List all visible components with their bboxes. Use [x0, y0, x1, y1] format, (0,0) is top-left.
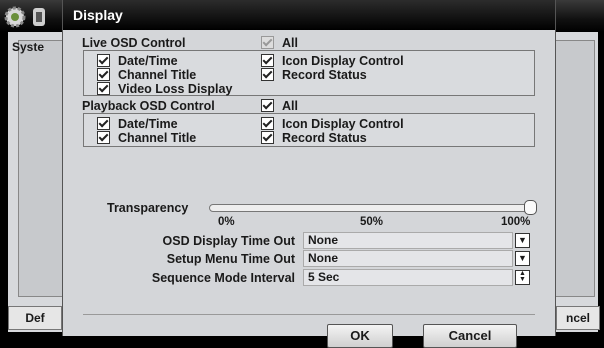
chevron-down-icon[interactable]: ▼	[515, 233, 530, 248]
playback-osd-label: Playback OSD Control	[82, 99, 215, 113]
transparency-tick-0: 0%	[218, 216, 235, 228]
checkbox-icon	[97, 68, 110, 81]
checkbox-icon	[97, 54, 110, 67]
live-osd-record-status-checkbox[interactable]: Record Status	[261, 68, 367, 82]
checkbox-icon	[261, 54, 274, 67]
checkbox-icon	[261, 68, 274, 81]
playback-osd-datetime-checkbox[interactable]: Date/Time	[97, 117, 178, 131]
live-osd-channel-title-checkbox[interactable]: Channel Title	[97, 68, 196, 82]
checkbox-icon	[261, 36, 274, 49]
cancel-button[interactable]: Cancel	[423, 324, 517, 348]
checkbox-icon	[97, 117, 110, 130]
live-osd-video-loss-checkbox[interactable]: Video Loss Display	[97, 82, 232, 96]
playback-osd-channel-title-checkbox[interactable]: Channel Title	[97, 131, 196, 145]
live-osd-all-label: All	[282, 36, 298, 50]
osd-timeout-label: OSD Display Time Out	[162, 234, 295, 248]
ok-button[interactable]: OK	[327, 324, 393, 348]
gear-icon	[4, 6, 26, 28]
osd-timeout-select[interactable]: None	[303, 232, 513, 249]
checkbox-icon	[261, 131, 274, 144]
sequence-interval-label: Sequence Mode Interval	[151, 271, 295, 285]
live-osd-all-checkbox[interactable]: All	[261, 36, 298, 50]
transparency-tick-50: 50%	[360, 216, 384, 228]
setup-menu-timeout-select[interactable]: None	[303, 250, 513, 267]
transparency-label: Transparency	[107, 201, 189, 215]
app-icon	[33, 8, 45, 26]
background-cancel-button[interactable]: ncel	[556, 306, 600, 330]
checkbox-label: Record Status	[282, 68, 367, 82]
playback-osd-all-label: All	[282, 99, 298, 113]
chevron-down-icon[interactable]: ▼	[515, 251, 530, 266]
setup-menu-timeout-label: Setup Menu Time Out	[166, 252, 295, 266]
checkbox-icon	[261, 99, 274, 112]
checkbox-label: Video Loss Display	[118, 82, 233, 96]
live-osd-datetime-checkbox[interactable]: Date/Time	[97, 54, 178, 68]
checkbox-label: Icon Display Control	[282, 54, 404, 68]
transparency-tick-100: 100%	[501, 216, 531, 228]
default-button[interactable]: Def	[8, 306, 62, 330]
live-osd-icon-display-checkbox[interactable]: Icon Display Control	[261, 54, 404, 68]
playback-osd-icon-display-checkbox[interactable]: Icon Display Control	[261, 117, 404, 131]
dialog-title: Display	[63, 0, 555, 30]
divider	[83, 314, 535, 315]
playback-osd-record-status-checkbox[interactable]: Record Status	[261, 131, 367, 145]
spin-arrows-icon[interactable]: ▲ ▼	[515, 270, 530, 285]
checkbox-label: Channel Title	[118, 68, 197, 82]
checkbox-label: Icon Display Control	[282, 117, 404, 131]
checkbox-label: Date/Time	[118, 54, 178, 68]
checkbox-icon	[97, 82, 110, 95]
live-osd-label: Live OSD Control	[82, 36, 186, 50]
checkbox-label: Record Status	[282, 131, 367, 145]
transparency-slider-handle[interactable]	[524, 200, 537, 215]
sequence-interval-select[interactable]: 5 Sec	[303, 269, 513, 286]
checkbox-label: Date/Time	[118, 117, 178, 131]
display-dialog: Display Live OSD Control All Date/Time I…	[62, 0, 556, 348]
transparency-slider[interactable]	[209, 204, 535, 212]
background-tab-label[interactable]: Syste	[12, 40, 44, 54]
playback-osd-all-checkbox[interactable]: All	[261, 99, 298, 113]
checkbox-icon	[97, 131, 110, 144]
checkbox-label: Channel Title	[118, 131, 197, 145]
checkbox-icon	[261, 117, 274, 130]
